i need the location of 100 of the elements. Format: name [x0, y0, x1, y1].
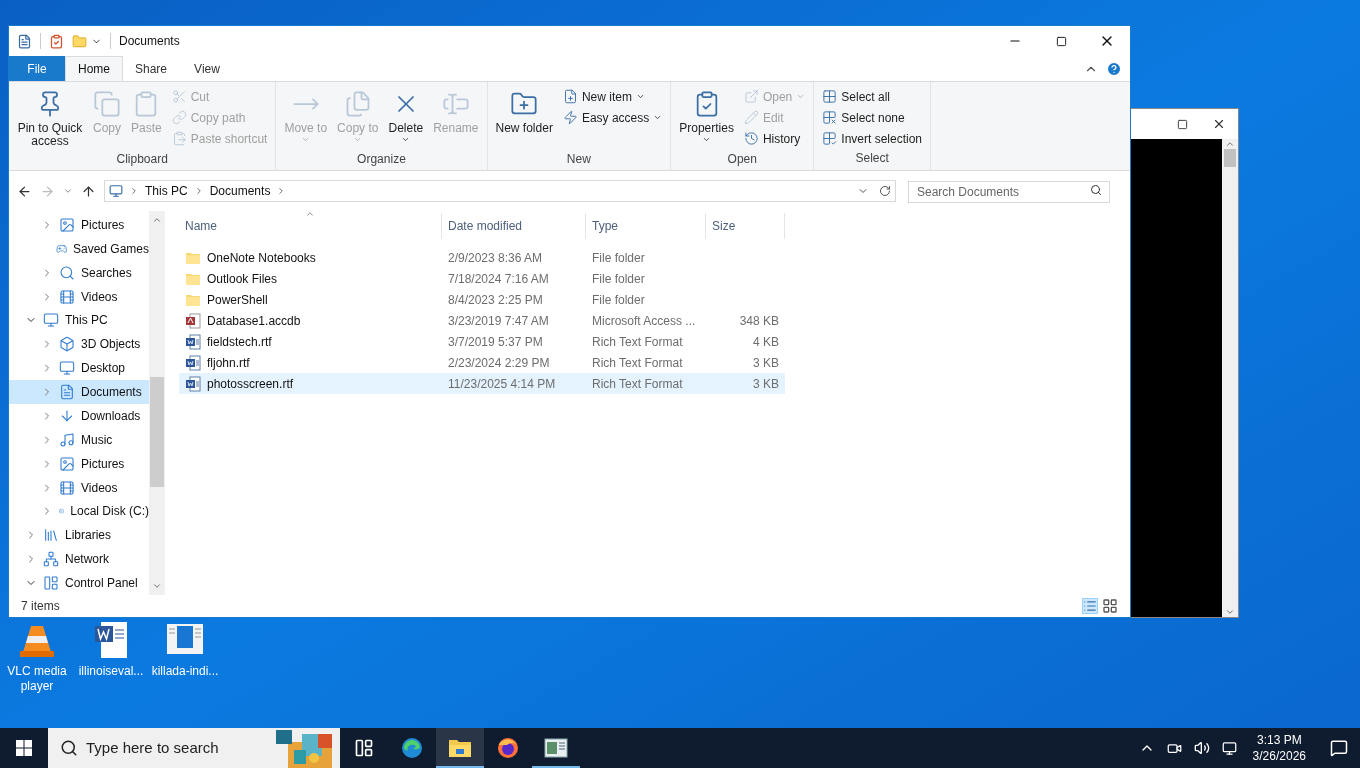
nav-item[interactable]: This PC: [9, 308, 149, 333]
ribbon-button[interactable]: Easy access: [558, 107, 667, 128]
taskbar-search-box[interactable]: Type here to search: [48, 728, 340, 768]
word-file-icon: [185, 375, 201, 392]
file-row[interactable]: fieldstech.rtf 3/7/2019 5:37 PM Rich Text Format 4 KB: [179, 331, 785, 352]
nav-item[interactable]: Pictures: [9, 451, 149, 476]
volume-icon[interactable]: [1193, 740, 1210, 756]
type-cell-text: Rich Text Format: [591, 354, 684, 372]
nav-icon: [59, 264, 75, 281]
ribbon-button[interactable]: Delete: [384, 86, 428, 150]
breadcrumb-separator-icon[interactable]: [129, 186, 139, 196]
ribbon-tab[interactable]: View: [179, 56, 235, 81]
scrollbar-thumb[interactable]: [1224, 149, 1236, 167]
network-icon[interactable]: [1221, 740, 1237, 756]
recent-locations-icon[interactable]: [63, 186, 73, 196]
group-label: Organize: [356, 151, 407, 168]
maximize-icon: [1055, 35, 1067, 47]
nav-item[interactable]: Searches: [9, 260, 149, 285]
breadcrumb-item[interactable]: Documents: [209, 182, 271, 200]
file-row[interactable]: photosscreen.rtf 11/23/2025 4:14 PM Rich Text Format 3 KB: [179, 373, 785, 394]
ribbon-icon: [822, 131, 838, 146]
nav-item[interactable]: Control Panel: [9, 571, 149, 595]
clock[interactable]: 3:13 PM 3/26/2026: [1248, 732, 1310, 764]
search-icon: [60, 739, 78, 757]
nav-icon: [59, 360, 75, 377]
ribbon-button[interactable]: Pin to Quick access: [13, 86, 87, 150]
taskbar-app[interactable]: [436, 728, 484, 768]
nav-item[interactable]: Videos: [9, 284, 149, 309]
column-header[interactable]: Name: [179, 213, 442, 239]
file-row[interactable]: fljohn.rtf 2/23/2024 2:29 PM Rich Text Format 3 KB: [179, 352, 785, 373]
nav-icon: [43, 312, 59, 329]
nav-item[interactable]: Libraries: [9, 523, 149, 548]
column-header[interactable]: Type: [586, 213, 706, 239]
ribbon-tab[interactable]: File: [9, 56, 65, 81]
file-name: fieldstech.rtf: [207, 333, 272, 351]
ribbon-tab[interactable]: Share: [123, 56, 179, 81]
nav-icon: [59, 384, 75, 401]
nav-item[interactable]: Downloads: [9, 404, 149, 428]
back-icon[interactable]: [17, 183, 32, 199]
forward-icon[interactable]: [40, 183, 55, 199]
nav-item[interactable]: Documents: [9, 380, 149, 404]
type-cell-text: Rich Text Format: [591, 375, 684, 393]
file-row[interactable]: Outlook Files 7/18/2024 7:16 AM File folder: [179, 268, 785, 289]
file-name: fljohn.rtf: [207, 354, 250, 372]
nav-icon: [59, 479, 75, 496]
breadcrumb-item[interactable]: This PC: [145, 182, 188, 200]
scrollbar[interactable]: [1222, 139, 1238, 617]
nav-scrollbar[interactable]: [149, 211, 165, 595]
ribbon-button[interactable]: Properties: [675, 86, 738, 150]
close-icon[interactable]: [1212, 117, 1226, 131]
documents-icon[interactable]: [17, 33, 32, 49]
large-icons-view-icon[interactable]: [1102, 598, 1118, 614]
ribbon-button[interactable]: Select none: [818, 107, 926, 128]
desktop-icon[interactable]: illinoiseval...: [74, 620, 148, 694]
ribbon-button[interactable]: New item: [558, 86, 667, 107]
nav-icon: [59, 455, 75, 472]
properties-icon[interactable]: [49, 33, 64, 49]
column-header[interactable]: Date modified: [442, 213, 586, 239]
desktop-icon[interactable]: killada-indi...: [148, 620, 222, 694]
group-label: New: [565, 151, 592, 168]
nav-item[interactable]: Music: [9, 427, 149, 452]
nav-icon: [43, 575, 59, 592]
taskbar-search-field[interactable]: Type here to search: [86, 736, 266, 760]
address-bar[interactable]: This PC Documents: [104, 180, 896, 202]
nav-item[interactable]: Videos: [9, 475, 149, 500]
up-icon[interactable]: [81, 183, 96, 199]
file-row[interactable]: PowerShell 8/4/2023 2:25 PM File folder: [179, 289, 785, 310]
scroll-up-icon[interactable]: [1225, 139, 1235, 149]
caret-icon: [796, 92, 806, 101]
file-row[interactable]: Database1.accdb 3/23/2019 7:47 AM Microsoft Access ... 348 KB: [179, 310, 785, 331]
ribbon-tab[interactable]: Home: [65, 56, 123, 81]
ribbon-button[interactable]: History: [739, 128, 810, 149]
maximize-icon[interactable]: [1177, 118, 1188, 130]
column-header[interactable]: Size: [706, 213, 785, 239]
notifications-icon[interactable]: [1330, 739, 1348, 757]
nav-item[interactable]: Network: [9, 547, 149, 572]
desktop-icon[interactable]: VLC media player: [0, 620, 74, 694]
type-cell-text: File folder: [591, 270, 646, 288]
nav-icon: [59, 216, 75, 233]
this-pc-icon: [109, 184, 123, 198]
nav-item[interactable]: 3D Objects: [9, 332, 149, 357]
file-row[interactable]: OneNote Notebooks 2/9/2023 8:36 AM File folder: [179, 247, 785, 268]
search-field[interactable]: Search Documents: [908, 181, 1110, 203]
folder-icon[interactable]: [72, 33, 87, 49]
refresh-icon[interactable]: [879, 185, 891, 197]
nav-item[interactable]: Saved Games: [9, 236, 149, 261]
type-cell-text: File folder: [591, 291, 646, 309]
help-icon[interactable]: [1106, 60, 1122, 77]
scroll-up-icon[interactable]: [152, 215, 162, 225]
status-text: 7 items: [21, 598, 60, 615]
nav-item[interactable]: Local Disk (C:): [9, 499, 149, 524]
folder-icon: [448, 737, 472, 759]
scroll-down-icon[interactable]: [152, 581, 162, 591]
nav-item[interactable]: Pictures: [9, 213, 149, 237]
ribbon-button[interactable]: Select all: [818, 86, 926, 107]
scroll-down-icon[interactable]: [1225, 607, 1235, 617]
scrollbar-thumb[interactable]: [150, 377, 164, 487]
nav-item[interactable]: Desktop: [9, 356, 149, 381]
ribbon-button[interactable]: Invert selection: [818, 128, 926, 149]
ribbon-button[interactable]: New folder: [491, 86, 557, 150]
